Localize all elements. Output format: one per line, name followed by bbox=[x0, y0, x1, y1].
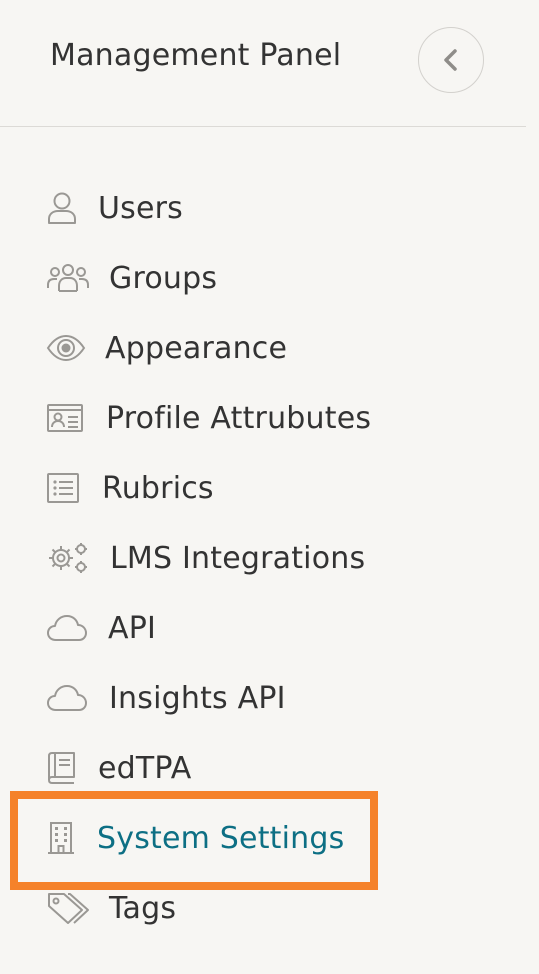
cloud-icon bbox=[46, 610, 108, 646]
collapse-panel-button[interactable] bbox=[418, 27, 484, 93]
nav-item-label: LMS Integrations bbox=[110, 540, 366, 576]
user-icon bbox=[46, 190, 98, 226]
nav-item-label: Profile Attrubutes bbox=[106, 400, 372, 436]
id-card-icon bbox=[46, 400, 106, 436]
nav-item-label: Rubrics bbox=[102, 470, 214, 506]
chevron-left-icon bbox=[444, 49, 457, 71]
nav-item-api[interactable]: API bbox=[46, 600, 156, 656]
nav-item-appearance[interactable]: Appearance bbox=[46, 320, 287, 376]
building-icon bbox=[46, 820, 97, 856]
panel-title: Management Panel bbox=[50, 38, 342, 73]
nav-item-tags[interactable]: Tags bbox=[46, 880, 176, 936]
nav-item-insights-api[interactable]: Insights API bbox=[46, 670, 286, 726]
nav-item-label: System Settings bbox=[97, 820, 345, 856]
nav-item-label: Tags bbox=[109, 890, 177, 926]
nav-item-users[interactable]: Users bbox=[46, 180, 183, 236]
cloud-icon bbox=[46, 680, 109, 716]
gears-icon bbox=[46, 540, 110, 576]
nav-item-system-settings[interactable]: System Settings bbox=[46, 810, 344, 866]
book-icon bbox=[46, 750, 98, 786]
nav-item-label: edTPA bbox=[98, 750, 192, 786]
nav-item-label: Users bbox=[98, 190, 184, 226]
nav-item-label: Insights API bbox=[109, 680, 286, 716]
nav-item-groups[interactable]: Groups bbox=[46, 250, 217, 306]
nav-item-label: Groups bbox=[109, 260, 218, 296]
nav-item-label: API bbox=[108, 610, 157, 646]
nav-item-rubrics[interactable]: Rubrics bbox=[46, 460, 214, 516]
nav-item-label: Appearance bbox=[105, 330, 288, 366]
eye-icon bbox=[46, 330, 105, 366]
management-panel: Management Panel Users Groups Appearance… bbox=[0, 0, 539, 974]
list-icon bbox=[46, 470, 102, 506]
tags-icon bbox=[46, 890, 109, 926]
groups-icon bbox=[46, 260, 109, 296]
nav-item-edtpa[interactable]: edTPA bbox=[46, 740, 192, 796]
nav-item-lms-integrations[interactable]: LMS Integrations bbox=[46, 530, 365, 586]
panel-header: Management Panel bbox=[0, 0, 526, 127]
nav-item-profile-attributes[interactable]: Profile Attrubutes bbox=[46, 390, 371, 446]
